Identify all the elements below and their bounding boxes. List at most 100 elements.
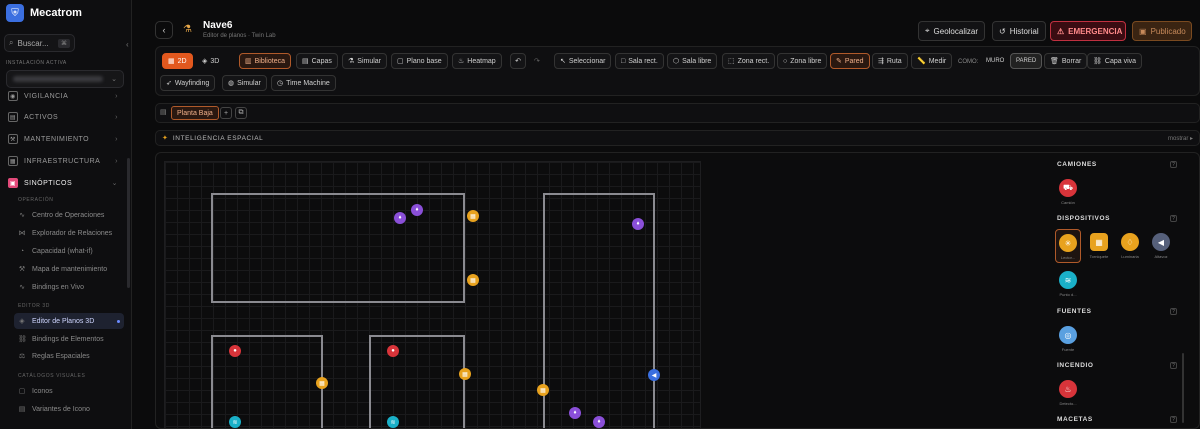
nav-section-mantenimiento[interactable]: ⚒ MANTENIMIENTO ›: [4, 129, 122, 149]
nav-item-bindings-elementos[interactable]: ⛓ Bindings de Elementos: [14, 331, 124, 347]
nav-item-mapa-mantenimiento[interactable]: ⚒ Mapa de mantenimiento: [14, 261, 124, 277]
nav-section-sinopticos[interactable]: ▣ SINÓPTICOS ⌄: [4, 173, 122, 193]
redo-button[interactable]: ↷: [528, 53, 546, 69]
capa-viva-button[interactable]: ⛓ Capa viva: [1087, 53, 1143, 69]
nav-section-vigilancia[interactable]: ◉ VIGILANCIA ›: [4, 86, 122, 106]
sala-rect-button[interactable]: □ Sala rect.: [615, 53, 664, 69]
device-marker[interactable]: ♦: [411, 204, 423, 216]
palette-item-camion[interactable]: ⛟ Camión: [1055, 175, 1081, 209]
nav-item-centro-operaciones[interactable]: ∿ Centro de Operaciones: [14, 207, 124, 223]
time-machine-button[interactable]: ◷ Time Machine: [271, 75, 336, 91]
nav-item-iconos[interactable]: ▢ Iconos: [14, 383, 124, 399]
palette-item-lector[interactable]: ✳ Lector...: [1055, 229, 1081, 263]
back-button[interactable]: ‹: [155, 21, 173, 39]
nav-item-explorador-relaciones[interactable]: ⋈ Explorador de Relaciones: [14, 225, 124, 241]
help-icon[interactable]: ?: [1170, 362, 1177, 369]
help-icon[interactable]: ?: [1170, 308, 1177, 315]
wifi-marker[interactable]: ≋: [229, 416, 241, 428]
zona-rect-button[interactable]: ⬚ Zona rect.: [722, 53, 776, 69]
palette-section-incendio[interactable]: INCENDIO ?: [1057, 362, 1177, 369]
nav-section-activos[interactable]: ▤ ACTIVOS ›: [4, 107, 122, 127]
duplicate-floor-button[interactable]: ⧉: [235, 107, 247, 119]
brand[interactable]: ⛨ Mecatrom: [6, 4, 82, 22]
pared-button[interactable]: ✎ Pared: [830, 53, 870, 69]
fire-marker[interactable]: ●: [387, 345, 399, 357]
room-wall[interactable]: [211, 193, 465, 303]
palette-item-torniquete[interactable]: ▦ Torniquete: [1086, 229, 1112, 263]
palette-section-dispositivos[interactable]: DISPOSITIVOS ?: [1057, 215, 1177, 222]
capas-button[interactable]: ▤ Capas: [296, 53, 338, 69]
simular-button[interactable]: ⚗ Simular: [342, 53, 388, 69]
device-marker[interactable]: ▦: [537, 384, 549, 396]
device-marker[interactable]: ▦: [459, 368, 471, 380]
ruta-button[interactable]: ⇶ Ruta: [872, 53, 908, 69]
room-wall[interactable]: [211, 335, 323, 428]
alert-icon: ⚠: [1057, 26, 1065, 36]
help-icon[interactable]: ?: [1170, 215, 1177, 222]
historial-button[interactable]: ↺ Historial: [992, 21, 1046, 41]
pared-label: Pared: [844, 57, 864, 65]
palette-scrollbar[interactable]: [1182, 353, 1184, 423]
room-wall[interactable]: [369, 335, 465, 428]
nav-item-editor-planos[interactable]: ◈ Editor de Planos 3D: [14, 313, 124, 329]
geolocalizar-button[interactable]: ⌖ Geolocalizar: [918, 21, 985, 41]
heatmap-button[interactable]: ♨ Heatmap: [452, 53, 502, 69]
chevron-left-icon: ‹: [162, 25, 166, 35]
nav-item-reglas-espaciales[interactable]: ⚖ Reglas Espaciales: [14, 348, 124, 364]
add-floor-button[interactable]: +: [220, 107, 232, 119]
canvas-grid[interactable]: ♦ ♦ ▦ ▦ ♦ ● ● ▦ ▦ ◀ ▦ ♦ ♦ ≋ ≋: [164, 161, 701, 428]
nav-item-capacidad[interactable]: ◔ Capacidad (what-if): [14, 243, 124, 259]
intel-toggle[interactable]: mostrar ▸: [1168, 135, 1193, 142]
floor-plan-canvas[interactable]: ♦ ♦ ▦ ▦ ♦ ● ● ▦ ▦ ◀ ▦ ♦ ♦ ≋ ≋ CAMIONES ?…: [155, 152, 1200, 429]
biblioteca-button[interactable]: ▥ Biblioteca: [239, 53, 291, 69]
floor-tab-planta-baja[interactable]: Planta Baja: [171, 106, 219, 120]
nav-section-infraestructura[interactable]: ▦ INFRAESTRUCTURA ›: [4, 151, 122, 171]
medir-button[interactable]: 📏 Medir: [911, 53, 953, 69]
seleccionar-button[interactable]: ↖ Seleccionar: [554, 53, 612, 69]
device-marker[interactable]: ▦: [467, 210, 479, 222]
wifi-marker[interactable]: ≋: [387, 416, 399, 428]
palette-item-punto-acceso[interactable]: ≋ Punto d...: [1055, 267, 1081, 301]
plano-base-button[interactable]: ▢ Plano base: [391, 53, 448, 69]
simular-secondary-button[interactable]: ◍ Simular: [222, 75, 267, 91]
palette-section-macetas[interactable]: MACETAS ?: [1057, 416, 1177, 423]
device-marker[interactable]: ♦: [593, 416, 605, 428]
mode-2d-button[interactable]: ▦ 2D: [162, 53, 193, 69]
bulb-icon: ♦: [597, 419, 601, 425]
muro-option[interactable]: MURO: [980, 53, 1010, 69]
device-marker[interactable]: ◀: [648, 369, 660, 381]
palette-section-camiones[interactable]: CAMIONES ?: [1057, 161, 1177, 168]
borrar-button[interactable]: 🗑 Borrar: [1044, 53, 1088, 69]
nav-item-bindings-vivo[interactable]: ∿ Bindings en Vivo: [14, 279, 124, 295]
device-marker[interactable]: ♦: [394, 212, 406, 224]
help-icon[interactable]: ?: [1170, 416, 1177, 423]
square-icon: □: [621, 57, 626, 65]
device-marker[interactable]: ▦: [467, 274, 479, 286]
palette-item-altavoz[interactable]: ◀ Altavoz: [1148, 229, 1174, 263]
device-marker[interactable]: ▦: [316, 377, 328, 389]
help-icon[interactable]: ?: [1170, 161, 1177, 168]
wayfinding-button[interactable]: ➶ Wayfinding: [160, 75, 216, 91]
collapse-sidebar-icon[interactable]: ‹: [126, 40, 129, 49]
emergencia-button[interactable]: ⚠ EMERGENCIA: [1050, 21, 1126, 41]
publicado-button[interactable]: ▣ Publicado: [1132, 21, 1192, 41]
plano-base-label: Plano base: [406, 57, 442, 65]
intel-bar[interactable]: ✦ INTELIGENCIA ESPACIAL mostrar ▸: [155, 130, 1200, 146]
item-name: Detecto...: [1059, 401, 1077, 406]
section-title: CAMIONES: [1057, 161, 1097, 168]
mode-3d-button[interactable]: ◈ 3D: [196, 53, 225, 69]
fire-marker[interactable]: ●: [229, 345, 241, 357]
zona-libre-button[interactable]: ○ Zona libre: [777, 53, 828, 69]
pared-option[interactable]: PARED: [1010, 53, 1043, 69]
device-marker[interactable]: ♦: [569, 407, 581, 419]
sidebar-scrollbar[interactable]: [127, 158, 130, 288]
search-box[interactable]: ⌕ Buscar... ⌘: [4, 34, 75, 52]
palette-item-luminaria[interactable]: ♢ Luminaria: [1117, 229, 1143, 263]
nav-item-variantes-icono[interactable]: ▤ Variantes de Icono: [14, 401, 124, 417]
undo-button[interactable]: ↶: [510, 53, 526, 69]
device-marker[interactable]: ♦: [632, 218, 644, 230]
palette-section-fuentes[interactable]: FUENTES ?: [1057, 308, 1177, 315]
palette-item-detector[interactable]: ♨ Detecto...: [1055, 376, 1081, 410]
palette-item-fuente[interactable]: ◎ Fuente: [1055, 322, 1081, 356]
sala-libre-button[interactable]: ⬡ Sala libre: [667, 53, 718, 69]
